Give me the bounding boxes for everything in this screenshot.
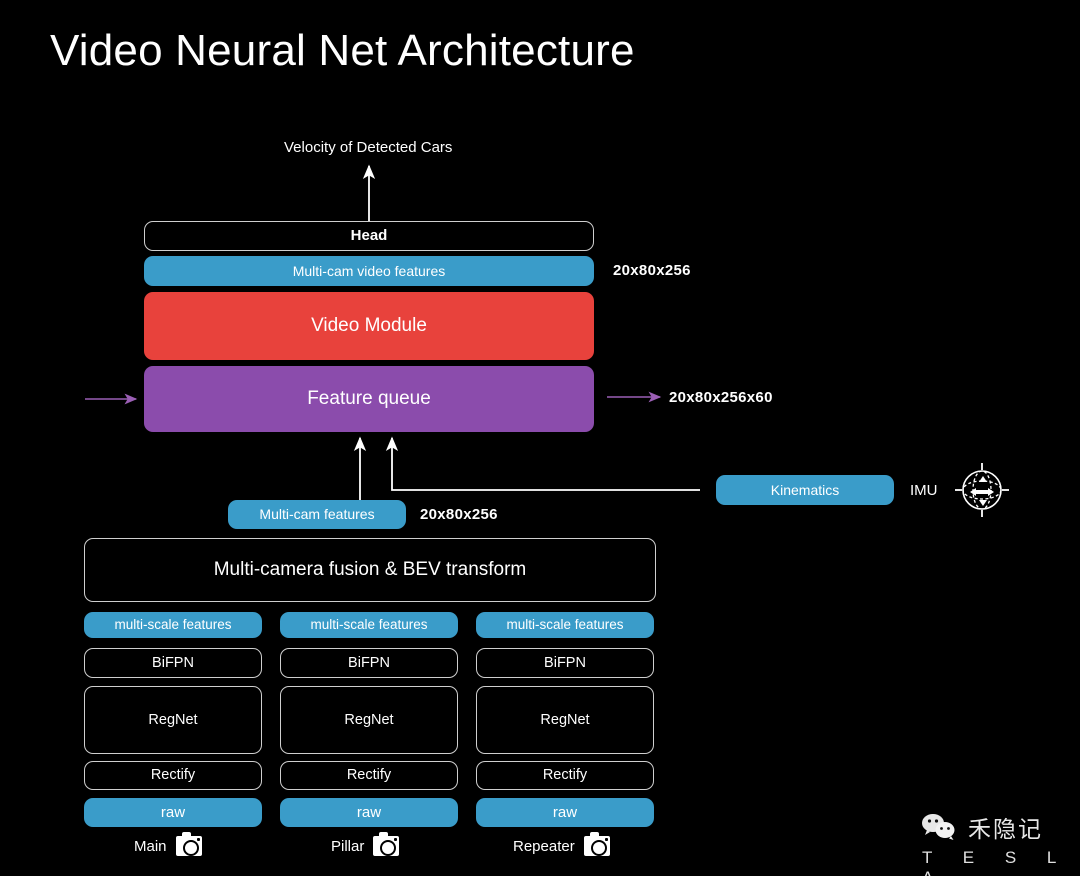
col-2-bifpn-label: BiFPN [544, 654, 586, 671]
col-2-multi-scale-features[interactable]: multi-scale features [476, 612, 654, 638]
multi-cam-features-block[interactable]: Multi-cam features [228, 500, 406, 529]
col-2-regnet-label: RegNet [540, 711, 590, 728]
col-2-raw[interactable]: raw [476, 798, 654, 827]
col-2-regnet[interactable]: RegNet [476, 686, 654, 754]
wechat-icon [920, 812, 960, 842]
col-0-regnet-label: RegNet [148, 711, 198, 728]
col-1-raw[interactable]: raw [280, 798, 458, 827]
gyroscope-icon [955, 463, 1009, 517]
feature-queue-dim: 20x80x256x60 [669, 389, 773, 406]
page-title: Video Neural Net Architecture [50, 26, 635, 75]
col-2-camera: Repeater [513, 832, 610, 856]
col-2-rectify[interactable]: Rectify [476, 761, 654, 790]
col-0-multi-scale-features-label: multi-scale features [114, 617, 232, 633]
multi-cam-features-label: Multi-cam features [259, 506, 375, 523]
fusion-bev-label: Multi-camera fusion & BEV transform [213, 559, 527, 581]
col-1-rectify-label: Rectify [346, 767, 392, 784]
col-1-raw-label: raw [356, 803, 382, 821]
col-0-camera: Main [134, 832, 202, 856]
col-0-regnet[interactable]: RegNet [84, 686, 262, 754]
col-2-bifpn[interactable]: BiFPN [476, 648, 654, 678]
col-1-camera-label: Pillar [331, 837, 365, 855]
multi-cam-video-features-block[interactable]: Multi-cam video features [144, 256, 594, 286]
video-module-label: Video Module [311, 315, 427, 337]
multi-cam-video-features-label: Multi-cam video features [292, 262, 446, 279]
camera-icon [583, 832, 610, 856]
col-0-bifpn-label: BiFPN [152, 654, 194, 671]
head-block-label: Head [350, 227, 388, 245]
col-0-rectify-label: Rectify [150, 767, 196, 784]
multi-cam-features-dim: 20x80x256 [420, 506, 498, 523]
col-0-raw-label: raw [160, 803, 186, 821]
col-1-multi-scale-features[interactable]: multi-scale features [280, 612, 458, 638]
watermark: 禾隐记 T E S L A [920, 810, 1080, 876]
video-module-block[interactable]: Video Module [144, 292, 594, 360]
col-2-multi-scale-features-label: multi-scale features [506, 617, 624, 633]
slide-canvas: Video Neural Net Architecture Velocity o… [0, 0, 1080, 876]
col-2-camera-label: Repeater [513, 837, 575, 855]
watermark-row: 禾隐记 [920, 810, 1080, 844]
col-1-camera: Pillar [331, 832, 400, 856]
col-0-multi-scale-features[interactable]: multi-scale features [84, 612, 262, 638]
kinematics-label: Kinematics [770, 481, 840, 498]
head-block[interactable]: Head [144, 221, 594, 251]
feature-queue-block[interactable]: Feature queue [144, 366, 594, 432]
col-0-raw[interactable]: raw [84, 798, 262, 827]
col-1-regnet[interactable]: RegNet [280, 686, 458, 754]
multi-cam-video-features-dim: 20x80x256 [613, 262, 691, 279]
arrow-kinematics-to-queue [385, 436, 700, 491]
feature-queue-label: Feature queue [307, 388, 431, 410]
fusion-bev-block[interactable]: Multi-camera fusion & BEV transform [84, 538, 656, 602]
col-1-regnet-label: RegNet [344, 711, 394, 728]
camera-icon [175, 832, 202, 856]
col-0-rectify[interactable]: Rectify [84, 761, 262, 790]
kinematics-block[interactable]: Kinematics [716, 475, 894, 505]
col-1-multi-scale-features-label: multi-scale features [310, 617, 428, 633]
col-1-bifpn-label: BiFPN [348, 654, 390, 671]
col-0-bifpn[interactable]: BiFPN [84, 648, 262, 678]
col-2-raw-label: raw [552, 803, 578, 821]
col-2-rectify-label: Rectify [542, 767, 588, 784]
imu-label: IMU [910, 482, 938, 499]
col-0-camera-label: Main [134, 837, 167, 855]
col-1-bifpn[interactable]: BiFPN [280, 648, 458, 678]
col-1-rectify[interactable]: Rectify [280, 761, 458, 790]
watermark-channel-name: 禾隐记 [968, 817, 1043, 843]
tesla-wordmark: T E S L A [922, 848, 1069, 876]
output-label: Velocity of Detected Cars [284, 139, 453, 156]
camera-icon [373, 832, 400, 856]
